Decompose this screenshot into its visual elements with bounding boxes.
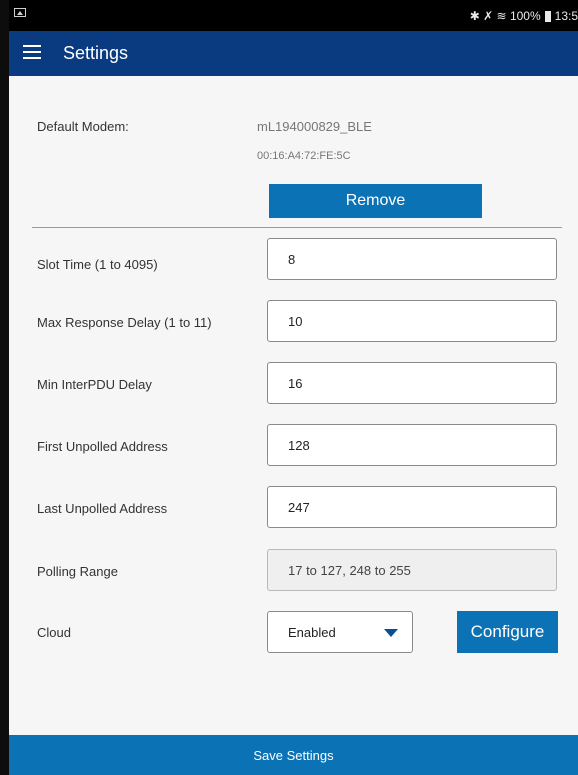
cloud-select-value: Enabled bbox=[288, 624, 336, 640]
min-interpdu-delay-input[interactable]: 16 bbox=[267, 362, 557, 404]
battery-icon bbox=[544, 10, 551, 22]
configure-button[interactable]: Configure bbox=[457, 611, 558, 653]
min-interpdu-delay-label: Min InterPDU Delay bbox=[37, 377, 152, 392]
status-time: 13:5 bbox=[554, 9, 578, 23]
last-unpolled-address-input[interactable]: 247 bbox=[267, 486, 557, 528]
default-modem-label: Default Modem: bbox=[37, 119, 129, 134]
app-screen: ✱ ✗ ≋ 100% 13:5 Settings Default Modem: … bbox=[9, 0, 578, 775]
picture-icon bbox=[14, 8, 26, 17]
status-icons-text: ✱ ✗ ≋ 100% bbox=[469, 9, 541, 23]
cloud-label: Cloud bbox=[37, 625, 71, 640]
max-response-delay-input[interactable]: 10 bbox=[267, 300, 557, 342]
cloud-select[interactable]: Enabled bbox=[267, 611, 413, 653]
page-title: Settings bbox=[63, 43, 129, 63]
menu-icon[interactable] bbox=[23, 45, 41, 59]
remove-button[interactable]: Remove bbox=[269, 184, 482, 218]
slot-time-input[interactable]: 8 bbox=[267, 238, 557, 280]
chevron-down-icon bbox=[384, 629, 398, 637]
first-unpolled-address-input[interactable]: 128 bbox=[267, 424, 557, 466]
polling-range-field: 17 to 127, 248 to 255 bbox=[267, 549, 557, 591]
divider bbox=[32, 227, 562, 228]
app-bar: Settings bbox=[9, 31, 578, 76]
modem-name: mL194000829_BLE bbox=[257, 119, 372, 134]
save-settings-button[interactable]: Save Settings bbox=[9, 735, 578, 775]
slot-time-label: Slot Time (1 to 4095) bbox=[37, 257, 158, 272]
last-unpolled-address-label: Last Unpolled Address bbox=[37, 501, 168, 516]
polling-range-label: Polling Range bbox=[37, 564, 118, 579]
max-response-delay-label: Max Response Delay (1 to 11) bbox=[37, 315, 212, 330]
first-unpolled-address-label: First Unpolled Address bbox=[37, 439, 168, 454]
status-bar: ✱ ✗ ≋ 100% 13:5 bbox=[9, 0, 578, 31]
modem-mac-address: 00:16:A4:72:FE:5C bbox=[257, 150, 351, 162]
status-indicators: ✱ ✗ ≋ 100% 13:5 bbox=[470, 9, 578, 23]
